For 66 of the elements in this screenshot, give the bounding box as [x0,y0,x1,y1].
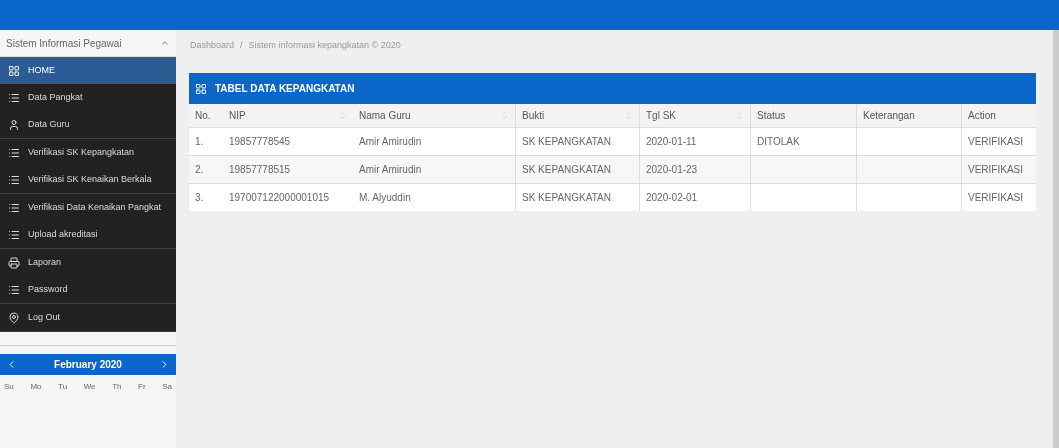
list-icon [8,146,20,159]
list-icon [8,201,20,214]
menu-item[interactable]: Laporan [0,249,176,276]
table-cell-text: 2020-02-01 [646,191,698,205]
collapse-icon[interactable] [160,38,170,48]
printer-icon [8,256,20,269]
table-cell-text: 19857778545 [229,135,291,149]
table-cell-text: 3. [195,191,204,205]
sidebar-title: Sistem Informasi Pegawai [6,36,122,51]
table-cell-text: 2. [195,163,204,177]
column-header: Status [757,109,786,123]
menu-item[interactable]: Verifikasi SK Kepangkatan [0,139,176,166]
table-title: TABEL DATA KEPANGKATAN [215,82,355,96]
sort-icon[interactable] [500,111,509,120]
weekday-label: Tu [58,381,68,393]
verify-link[interactable]: VERIFIKASI [968,190,1023,205]
menu-item[interactable]: Verifikasi SK Kenaikan Berkala [0,166,176,193]
table-cell-text: 2020-01-11 [646,135,697,149]
breadcrumb-item: Sistem informasi kepangkatan © 2020 [248,38,401,52]
table-cell-text: 197007122000001015 [229,191,330,205]
column-header[interactable]: Bukti [522,108,545,123]
menu-item[interactable]: Data Guru [0,111,176,138]
menu-item[interactable]: Log Out [0,304,176,331]
user-icon [8,118,20,131]
menu-item[interactable]: HOME [0,57,176,84]
table-cell-text: Amir Amirudin [359,163,422,177]
menu-item[interactable]: Verifikasi Data Kenaikan Pangkat [0,194,176,221]
column-header: No. [195,109,211,123]
sort-icon[interactable] [338,111,347,120]
list-icon [8,283,20,296]
list-icon [8,91,20,104]
table-cell-text: 1. [195,135,204,149]
table-cell-text: SK KEPANGKATAN [522,135,611,149]
weekday-label: Sa [162,381,172,393]
sort-icon[interactable] [624,111,633,120]
table-cell-text: SK KEPANGKATAN [522,191,611,205]
verify-link[interactable]: VERIFIKASI [968,134,1023,149]
table-cell-text: 19857778515 [229,163,291,177]
menu-item[interactable]: Upload akreditasi [0,221,176,248]
table-cell-text: Amir Amirudin [359,135,422,149]
column-header: Action [968,109,996,123]
column-header[interactable]: Tgl SK [646,108,676,123]
table-cell-text: 2020-01-23 [646,163,698,177]
weekday-label: We [83,381,96,393]
calendar-month: February 2020 [54,358,122,372]
sort-icon[interactable] [735,111,744,120]
breadcrumb-separator: / [240,38,243,52]
verify-link[interactable]: VERIFIKASI [968,162,1023,177]
weekday-label: Mo [30,381,42,393]
grid-icon [195,82,207,95]
column-header[interactable]: NIP [229,108,246,123]
grid-icon [8,64,20,77]
table-cell-text: DITOLAK [757,135,800,149]
menu-item[interactable]: Data Pangkat [0,84,176,111]
column-header[interactable]: Nama Guru [359,108,411,123]
weekday-label: Th [112,381,122,393]
table-cell-text: M. Alyuddin [359,191,411,205]
weekday-label: Su [4,381,14,393]
weekday-label: Fr [138,381,146,393]
menu-item[interactable]: Password [0,276,176,303]
table-cell-text: SK KEPANGKATAN [522,163,611,177]
scrollbar[interactable] [1053,30,1059,448]
list-icon [8,228,20,241]
pin-icon [8,311,20,324]
list-icon [8,173,20,186]
column-header: Keterangan [863,109,915,123]
